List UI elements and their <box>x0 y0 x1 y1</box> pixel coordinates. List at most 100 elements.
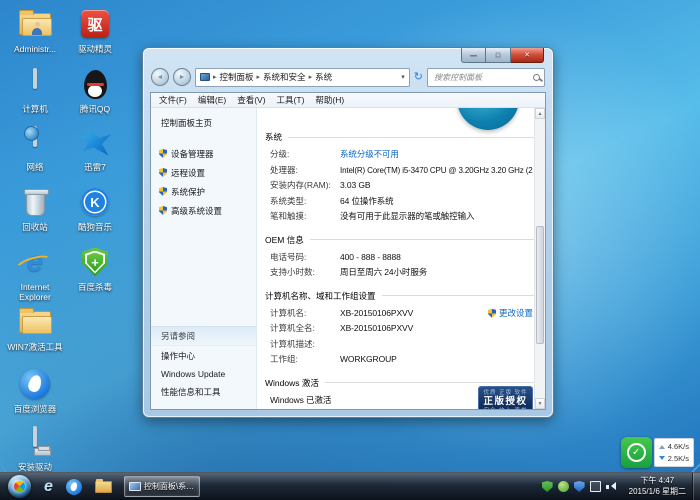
product-id-text: 产品 ID: 00426-OEM-8992662-00006 <box>270 408 408 409</box>
desktop-icon-admin-folder[interactable]: Administr... <box>6 6 64 54</box>
menu-help[interactable]: 帮助(H) <box>315 94 344 106</box>
genuine-badge[interactable]: 优质 正版 软件 正版授权 安全 放心 声誉 <box>478 386 533 410</box>
net-speed-panel: 4.6K/s 2.5K/s <box>654 438 694 467</box>
desktop-icon-win7-activation-folder[interactable]: WIN7激活工具 <box>6 304 64 352</box>
forward-button[interactable]: ► <box>173 68 191 86</box>
tray-green-shield-icon[interactable] <box>542 481 553 492</box>
breadcrumb-control-panel[interactable]: 控制面板 <box>220 71 254 83</box>
minimize-button[interactable]: — <box>461 48 486 63</box>
close-button[interactable]: ✕ <box>511 48 544 63</box>
window-task-icon <box>129 482 141 491</box>
desktop: Administr... 计算机 网络 回收站 e Internet Explo… <box>0 0 700 500</box>
desktop-icon-network[interactable]: 网络 <box>6 124 64 172</box>
sidebar-item-performance-tools[interactable]: 性能信息和工具 <box>151 382 256 401</box>
field-value: 3.03 GB <box>340 178 371 194</box>
desktop-icon-kugou-music[interactable]: K 酷狗音乐 <box>66 184 124 232</box>
upload-arrow-icon <box>659 442 665 449</box>
task-button-label: 控制面板\系统和... <box>144 481 195 492</box>
sidebar-item-windows-update[interactable]: Windows Update <box>151 365 256 382</box>
breadcrumb-separator-icon: ▸ <box>213 73 217 81</box>
sidebar-task-label: 系统保护 <box>171 186 205 198</box>
volume-icon[interactable] <box>606 481 618 492</box>
back-arrow-icon: ◄ <box>157 74 164 81</box>
scroll-down-icon[interactable]: ▼ <box>535 398 545 409</box>
desktop-icon-qudong-jingling[interactable]: 驱 驱动精灵 <box>66 6 124 54</box>
sidebar-home-link[interactable]: 控制面板主页 <box>151 108 256 129</box>
uac-shield-icon <box>159 187 167 196</box>
scrollbar[interactable]: ▲ ▼ <box>534 108 545 409</box>
tray-green-leaf-icon[interactable] <box>558 481 569 492</box>
desktop-icon-tencent-qq[interactable]: 腾讯QQ <box>66 66 124 114</box>
section-header-computer-name: 计算机名称、域和工作组设置 <box>265 290 535 302</box>
address-bar[interactable]: ▸ 控制面板 ▸ 系统和安全 ▸ 系统 ▾ <box>195 68 410 87</box>
menu-tools[interactable]: 工具(T) <box>277 94 305 106</box>
system-tray: 下午 4:47 2015/1/6 星期二 <box>542 473 700 500</box>
refresh-icon[interactable]: ↻ <box>414 72 423 83</box>
control-panel-icon <box>200 73 210 81</box>
sidebar-item-advanced-system-settings[interactable]: 高级系统设置 <box>151 201 256 220</box>
see-also-header: 另请参阅 <box>151 326 256 346</box>
change-settings-link[interactable]: 更改设置 <box>488 306 533 322</box>
sidebar-item-action-center[interactable]: 操作中心 <box>151 346 256 365</box>
sidebar: 控制面板主页 设备管理器 远程设置 系统保护 <box>151 108 257 409</box>
taskbar-control-panel-button[interactable]: 控制面板\系统和... <box>124 476 200 497</box>
row-computer-fullname: 计算机全名: XB-20150106PXVV <box>257 321 545 337</box>
breadcrumb-system[interactable]: 系统 <box>315 71 332 83</box>
row-computer-name: 计算机名: XB-20150106PXVV 更改设置 <box>257 306 545 322</box>
security-ok-icon[interactable]: ✓ <box>621 437 652 468</box>
sidebar-item-remote-settings[interactable]: 远程设置 <box>151 163 256 182</box>
section-title: 系统 <box>265 131 282 143</box>
net-speed-widget[interactable]: ✓ 4.6K/s 2.5K/s <box>621 437 694 468</box>
desktop-icon-recycle-bin[interactable]: 回收站 <box>6 184 64 232</box>
field-value: Intel(R) Core(TM) i5-3470 CPU @ 3.20GHz … <box>340 163 545 179</box>
field-label: 分级: <box>270 147 340 163</box>
desktop-icon-computer[interactable]: 计算机 <box>6 66 64 114</box>
install-driver-icon <box>20 428 50 456</box>
check-icon: ✓ <box>627 443 646 462</box>
xunlei-bird-icon <box>79 129 111 156</box>
section-title: Windows 激活 <box>265 377 319 389</box>
taskbar-baidu-browser-icon[interactable] <box>66 479 82 495</box>
desktop-icon-baidu-browser[interactable]: 百度浏览器 <box>6 366 64 414</box>
tray-window-icon[interactable] <box>590 481 601 492</box>
show-desktop-button[interactable] <box>692 473 700 500</box>
field-label: 计算机全名: <box>270 321 340 337</box>
menu-edit[interactable]: 编辑(E) <box>198 94 226 106</box>
breadcrumb-system-security[interactable]: 系统和安全 <box>263 71 306 83</box>
maximize-button[interactable]: □ <box>486 48 511 63</box>
desktop-icon-internet-explorer[interactable]: e Internet Explorer <box>6 244 64 302</box>
breadcrumb-separator-icon: ▸ <box>257 73 261 81</box>
search-input[interactable] <box>432 72 533 83</box>
system-window: — □ ✕ ◄ ► ▸ 控制面板 ▸ 系统和安全 ▸ 系统 ▾ ↻ <box>143 48 553 417</box>
scrollbar-thumb[interactable] <box>536 226 544 344</box>
desktop-icon-install-driver[interactable]: 安装驱动 <box>6 424 64 472</box>
taskbar-ie-icon[interactable]: e <box>44 479 53 495</box>
field-label: 笔和触摸: <box>270 209 340 225</box>
plus-icon: + <box>91 256 99 269</box>
scroll-up-icon[interactable]: ▲ <box>535 108 545 119</box>
start-button[interactable] <box>8 475 31 498</box>
back-button[interactable]: ◄ <box>151 68 169 86</box>
desktop-icon-label: 驱动精灵 <box>66 44 124 54</box>
search-box[interactable] <box>427 68 545 87</box>
download-speed-row: 2.5K/s <box>659 453 689 464</box>
sidebar-item-device-manager[interactable]: 设备管理器 <box>151 144 256 163</box>
menu-file[interactable]: 文件(F) <box>159 94 187 106</box>
taskbar-explorer-icon[interactable] <box>95 481 112 493</box>
row-phone: 电话号码: 400 - 888 - 8888 <box>257 250 545 266</box>
sidebar-item-system-protection[interactable]: 系统保护 <box>151 182 256 201</box>
tray-blue-shield-icon[interactable] <box>574 481 585 492</box>
breadcrumb-separator-icon: ▸ <box>309 73 313 81</box>
desktop-icon-xunlei7[interactable]: 迅雷7 <box>66 124 124 172</box>
search-icon[interactable] <box>533 74 540 81</box>
taskbar-clock[interactable]: 下午 4:47 2015/1/6 星期二 <box>623 476 692 497</box>
desktop-icon-baidu-antivirus[interactable]: + 百度杀毒 <box>66 244 124 292</box>
sidebar-task-label: 远程设置 <box>171 167 205 179</box>
rating-link[interactable]: 系统分级不可用 <box>340 147 399 163</box>
row-pen-touch: 笔和触摸: 没有可用于此显示器的笔或触控输入 <box>257 209 545 225</box>
address-dropdown-icon[interactable]: ▾ <box>401 73 405 81</box>
menu-view[interactable]: 查看(V) <box>237 94 265 106</box>
menu-bar: 文件(F) 编辑(E) 查看(V) 工具(T) 帮助(H) <box>151 93 545 108</box>
field-label: 工作组: <box>270 352 340 368</box>
row-os-type: 系统类型: 64 位操作系统 <box>257 194 545 210</box>
